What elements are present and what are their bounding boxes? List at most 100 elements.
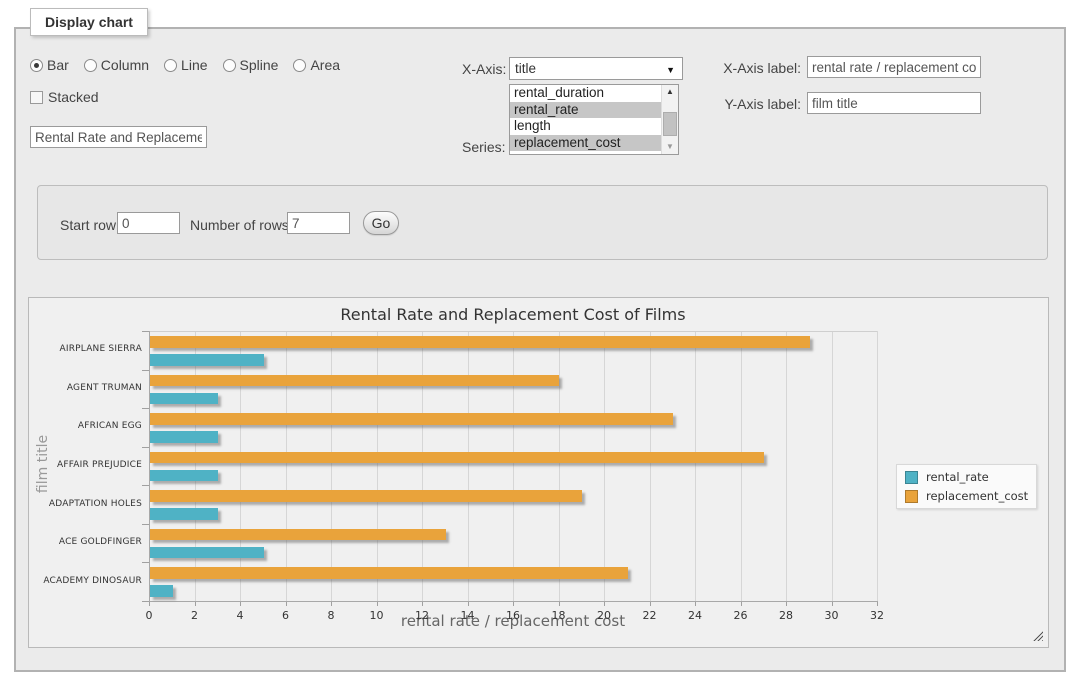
x-tick-label: 14 (453, 609, 483, 622)
gridline (695, 331, 696, 601)
gridline (286, 331, 287, 601)
bar-replacement_cost (150, 375, 559, 387)
series-option-rental_rate[interactable]: rental_rate (510, 102, 662, 119)
x-tick-label: 10 (362, 609, 392, 622)
gridline (559, 331, 560, 601)
plot-top-border (149, 331, 877, 332)
x-tick-label: 24 (680, 609, 710, 622)
chart-type-spline[interactable]: Spline (223, 57, 279, 73)
page: Display chart Bar Column Line Spline Area St… (0, 0, 1081, 681)
resize-handle-icon[interactable] (1033, 631, 1043, 641)
radio-label: Bar (47, 57, 69, 73)
legend-item-replacement_cost: replacement_cost (905, 489, 1028, 503)
category-label: AFRICAN EGG (29, 421, 142, 431)
bar-replacement_cost (150, 452, 764, 464)
stacked-label: Stacked (48, 89, 99, 105)
x-tick (468, 602, 469, 606)
scroll-up-icon[interactable]: ▲ (662, 85, 678, 99)
category-label: AFFAIR PREJUDICE (29, 460, 142, 470)
gridline (786, 331, 787, 601)
go-button[interactable]: Go (363, 211, 399, 235)
legend-item-rental_rate: rental_rate (905, 470, 1028, 484)
chart-title: Rental Rate and Replacement Cost of Film… (149, 305, 877, 324)
category-label: AGENT TRUMAN (29, 383, 142, 393)
gridline (741, 331, 742, 601)
chart-title-input[interactable] (30, 126, 207, 148)
x-tick-label: 18 (544, 609, 574, 622)
bar-rental_rate (150, 547, 264, 559)
listbox-scrollbar[interactable]: ▲ ▼ (661, 85, 678, 154)
category-label: ACE GOLDFINGER (29, 537, 142, 547)
gridline (468, 331, 469, 601)
x-axis-select[interactable]: title ▼ (509, 57, 683, 80)
radio-icon[interactable] (30, 59, 43, 72)
chart-type-line[interactable]: Line (164, 57, 207, 73)
scroll-down-icon[interactable]: ▼ (662, 140, 678, 154)
x-tick (513, 602, 514, 606)
legend-swatch (905, 490, 918, 503)
scrollbar-thumb[interactable] (663, 112, 677, 136)
radio-icon[interactable] (164, 59, 177, 72)
x-tick (240, 602, 241, 606)
gridline (331, 331, 332, 601)
chart-type-bar[interactable]: Bar (30, 57, 69, 73)
category-label: ADAPTATION HOLES (29, 499, 142, 509)
bar-rental_rate (150, 431, 218, 443)
y-tick (142, 447, 149, 448)
x-tick (604, 602, 605, 606)
stacked-checkbox-row[interactable]: Stacked (30, 89, 99, 105)
y-tick (142, 524, 149, 525)
bar-rental_rate (150, 585, 173, 597)
bar-rental_rate (150, 470, 218, 482)
series-listbox[interactable]: ▲ ▼ rental_durationrental_ratelengthrepl… (509, 84, 679, 155)
gridline (422, 331, 423, 601)
chart-type-column[interactable]: Column (84, 57, 149, 73)
fieldset-legend: Display chart (30, 8, 148, 36)
radio-icon[interactable] (223, 59, 236, 72)
series-option-length[interactable]: length (510, 118, 662, 135)
x-tick-label: 16 (498, 609, 528, 622)
x-tick (832, 602, 833, 606)
series-option-rental_duration[interactable]: rental_duration (510, 85, 662, 102)
bar-rental_rate (150, 393, 218, 405)
y-tick (142, 331, 149, 332)
x-tick-label: 26 (726, 609, 756, 622)
y-tick (142, 485, 149, 486)
legend-label: rental_rate (926, 470, 989, 484)
y-axis-label-input[interactable] (807, 92, 981, 114)
series-option-replacement_cost[interactable]: replacement_cost (510, 135, 662, 152)
bar-replacement_cost (150, 490, 582, 502)
y-axis-line (149, 331, 150, 601)
bar-replacement_cost (150, 529, 446, 541)
y-tick (142, 408, 149, 409)
x-axis-label-input[interactable] (807, 56, 981, 78)
x-tick (331, 602, 332, 606)
x-tick-label: 20 (589, 609, 619, 622)
num-rows-label: Number of rows: (190, 217, 293, 233)
x-tick (741, 602, 742, 606)
num-rows-input[interactable] (287, 212, 350, 234)
bar-rental_rate (150, 508, 218, 520)
radio-icon[interactable] (293, 59, 306, 72)
x-tick-label: 0 (134, 609, 164, 622)
y-axis-label-caption: Y-Axis label: (713, 96, 801, 112)
x-tick-label: 30 (817, 609, 847, 622)
gridline (377, 331, 378, 601)
x-tick (286, 602, 287, 606)
x-tick (559, 602, 560, 606)
x-tick (377, 602, 378, 606)
radio-icon[interactable] (84, 59, 97, 72)
chart-type-area[interactable]: Area (293, 57, 340, 73)
legend-label: replacement_cost (926, 489, 1028, 503)
gridline (832, 331, 833, 601)
start-row-label: Start row: (60, 217, 120, 233)
x-axis-label-caption: X-Axis label: (713, 60, 801, 76)
x-tick-label: 6 (271, 609, 301, 622)
chart-type-radio-group: Bar Column Line Spline Area (30, 57, 340, 73)
start-row-input[interactable] (117, 212, 180, 234)
stacked-checkbox[interactable] (30, 91, 43, 104)
rows-panel (37, 185, 1048, 260)
radio-label: Column (101, 57, 149, 73)
x-tick (695, 602, 696, 606)
gridline (513, 331, 514, 601)
